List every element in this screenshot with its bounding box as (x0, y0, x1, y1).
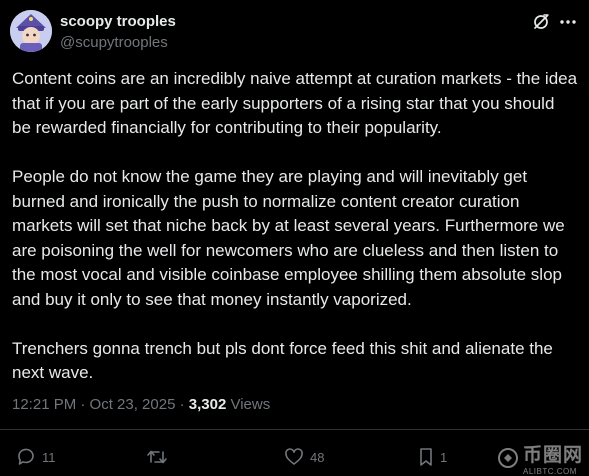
views-label: Views (226, 396, 271, 413)
like-count: 48 (310, 449, 325, 465)
reply-button[interactable]: 11 (16, 447, 56, 467)
watermark: 币圈网 ALIBTC.COM (497, 440, 583, 476)
post-timestamp[interactable]: 12:21 PM · Oct 23, 2025 · (12, 396, 189, 413)
like-button[interactable]: 48 (284, 447, 324, 467)
views-count: 3,302 (188, 396, 227, 413)
repost-button[interactable] (146, 447, 174, 467)
post-paragraph: Content coins are an incredibly naive at… (12, 69, 578, 137)
divider (0, 429, 589, 430)
author-name[interactable]: scoopy trooples (60, 13, 176, 30)
post-paragraph: Trenchers gonna trench but pls dont forc… (12, 338, 553, 383)
reply-count: 11 (42, 449, 56, 465)
watermark-title: 币圈网 (522, 445, 583, 466)
avatar[interactable] (10, 10, 52, 52)
post-paragraph: People do not know the game they are pla… (12, 167, 565, 309)
reply-icon (18, 448, 34, 465)
repost-icon (147, 450, 167, 464)
bookmark-button[interactable]: 1 (418, 447, 447, 467)
bookmark-icon (420, 448, 432, 466)
post-text: Content coins are an incredibly naive at… (12, 67, 578, 410)
grok-icon[interactable] (531, 12, 551, 32)
more-icon[interactable] (558, 12, 578, 32)
heart-icon (285, 448, 303, 465)
watermark-logo-icon (497, 448, 518, 468)
bookmark-count: 1 (440, 449, 448, 465)
post-meta: 12:21 PM · Oct 23, 2025 · 3,302 Views (12, 396, 270, 413)
author-handle[interactable]: @scupytrooples (60, 34, 168, 51)
